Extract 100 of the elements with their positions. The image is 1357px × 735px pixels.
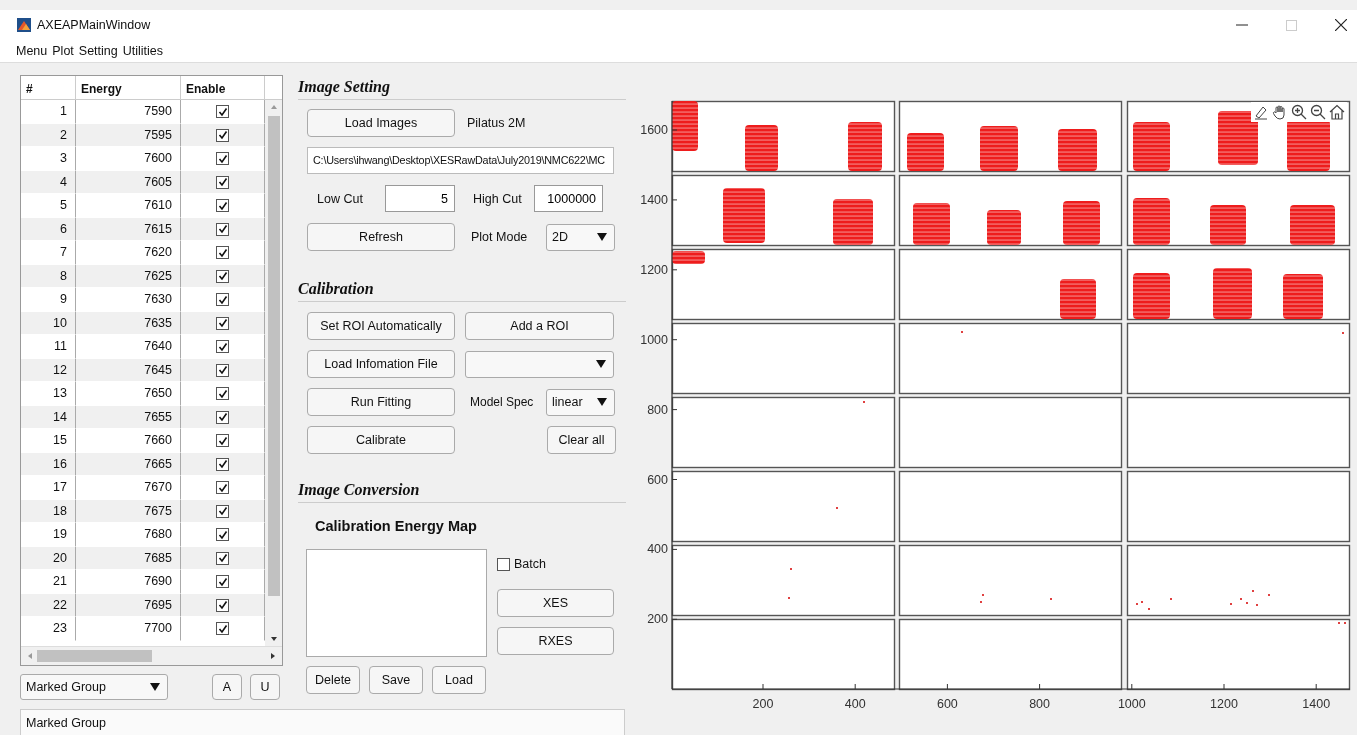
- signal-spot: [672, 101, 698, 151]
- signal-spot: [1213, 268, 1252, 319]
- checkbox[interactable]: [216, 457, 229, 471]
- menu-item[interactable]: Setting: [78, 44, 118, 58]
- clear-all-button[interactable]: Clear all: [547, 426, 616, 454]
- group-dropdown[interactable]: Marked Group: [20, 674, 168, 700]
- menu-item[interactable]: Utilities: [122, 44, 164, 58]
- column-header[interactable]: #: [21, 76, 76, 100]
- path-field[interactable]: C:\Users\ihwang\Desktop\XESRawData\July2019\NMC622\MC: [307, 147, 614, 174]
- checkbox[interactable]: [216, 175, 229, 189]
- app-icon: [17, 18, 31, 32]
- table-cell: 7590: [76, 100, 181, 124]
- menu-item[interactable]: Plot: [52, 44, 74, 58]
- signal-spot: [987, 210, 1021, 245]
- checkbox[interactable]: [216, 598, 229, 612]
- group-button[interactable]: U: [250, 674, 280, 700]
- load-images-button[interactable]: Load Images: [307, 109, 455, 137]
- table-cell: 7660: [76, 429, 181, 453]
- scroll-right-icon[interactable]: [270, 652, 276, 661]
- caret-icon: [596, 360, 606, 368]
- checkbox[interactable]: [216, 246, 229, 260]
- table-cell: 7680: [76, 523, 181, 547]
- set-roi-button[interactable]: Set ROI Automatically: [307, 312, 455, 340]
- table-cell: 7620: [76, 241, 181, 265]
- checkbox[interactable]: [216, 222, 229, 236]
- status-bar: Marked Group: [20, 709, 625, 735]
- signal-spot: [980, 126, 1018, 171]
- caret-icon: [150, 683, 160, 691]
- zoom-out-icon[interactable]: [1310, 104, 1326, 120]
- checkbox[interactable]: [216, 105, 229, 119]
- run-fitting-button[interactable]: Run Fitting: [307, 388, 455, 416]
- load-info-button[interactable]: Load Infomation File: [307, 350, 455, 378]
- tick-label: 1000: [1117, 697, 1146, 711]
- tick-label: 400: [844, 697, 866, 711]
- menu-item[interactable]: Menu: [16, 44, 48, 58]
- field-label: Low Cut: [317, 191, 364, 206]
- table-cell: 7670: [76, 476, 181, 500]
- checkbox[interactable]: [216, 340, 229, 354]
- table-cell: 11: [21, 335, 76, 359]
- checkbox[interactable]: [216, 387, 229, 401]
- signal-spot: [848, 122, 882, 171]
- tick-label: 800: [1029, 697, 1051, 711]
- add-roi-button[interactable]: Add a ROI: [465, 312, 614, 340]
- section-title: Calibration: [298, 280, 375, 299]
- column-header[interactable]: Enable: [181, 76, 265, 100]
- signal-spot: [1058, 129, 1097, 171]
- home-icon[interactable]: [1329, 104, 1345, 120]
- signal-spot: [907, 133, 944, 171]
- close-icon[interactable]: [1335, 19, 1347, 31]
- checkbox[interactable]: [216, 316, 229, 330]
- checkbox[interactable]: [216, 363, 229, 377]
- checkbox[interactable]: [216, 528, 229, 542]
- tick-label: 1400: [1302, 697, 1331, 711]
- checkbox[interactable]: [216, 410, 229, 424]
- checkbox[interactable]: [497, 557, 510, 571]
- signal-spot: [1290, 205, 1335, 245]
- checkbox[interactable]: [216, 152, 229, 166]
- checkbox[interactable]: [216, 622, 229, 636]
- checkbox[interactable]: [216, 293, 229, 307]
- group-button[interactable]: A: [212, 674, 242, 700]
- window-title: AXEAPMainWindow: [37, 18, 151, 32]
- pan-hand-icon[interactable]: [1272, 104, 1288, 120]
- map-button[interactable]: Save: [369, 666, 423, 694]
- low-cut-field[interactable]: 5: [385, 185, 455, 212]
- model-spec-dropdown[interactable]: linear: [546, 388, 615, 416]
- table-cell: 21: [21, 570, 76, 594]
- xes-button[interactable]: XES: [497, 589, 614, 617]
- caret-icon: [597, 398, 607, 406]
- checkbox[interactable]: [216, 575, 229, 589]
- checkbox[interactable]: [216, 434, 229, 448]
- checkbox[interactable]: [216, 199, 229, 213]
- map-button[interactable]: Delete: [306, 666, 360, 694]
- horizontal-scrollbar[interactable]: [21, 646, 282, 665]
- column-header[interactable]: Energy: [76, 76, 181, 100]
- zoom-in-icon[interactable]: [1291, 104, 1307, 120]
- checkbox[interactable]: [216, 269, 229, 283]
- field-label: Model Spec: [470, 395, 535, 409]
- plot-mode-dropdown[interactable]: 2D: [546, 223, 615, 251]
- signal-spot: [745, 125, 778, 171]
- detector-label: Pilatus 2M: [467, 116, 526, 130]
- signal-spot: [1283, 274, 1323, 319]
- calibrate-button[interactable]: Calibrate: [307, 426, 455, 454]
- signal-spot: [1060, 279, 1096, 319]
- checkbox[interactable]: [216, 551, 229, 565]
- brush-icon[interactable]: [1253, 104, 1269, 120]
- checkbox[interactable]: [216, 504, 229, 518]
- signal-spot: [1133, 122, 1170, 171]
- table-cell: 7610: [76, 194, 181, 218]
- signal-spot: [1218, 111, 1258, 165]
- vertical-scrollbar[interactable]: [265, 100, 282, 647]
- signal-spot: [1063, 201, 1100, 245]
- checkbox[interactable]: [216, 128, 229, 142]
- map-button[interactable]: Load: [432, 666, 486, 694]
- tick-label: 800: [647, 402, 668, 417]
- high-cut-field[interactable]: 1000000: [534, 185, 603, 212]
- tick-label: 1600: [640, 123, 668, 137]
- checkbox[interactable]: [216, 481, 229, 495]
- rxes-button[interactable]: RXES: [497, 627, 614, 655]
- scroll-down-icon[interactable]: [269, 636, 278, 643]
- refresh-button[interactable]: Refresh: [307, 223, 455, 251]
